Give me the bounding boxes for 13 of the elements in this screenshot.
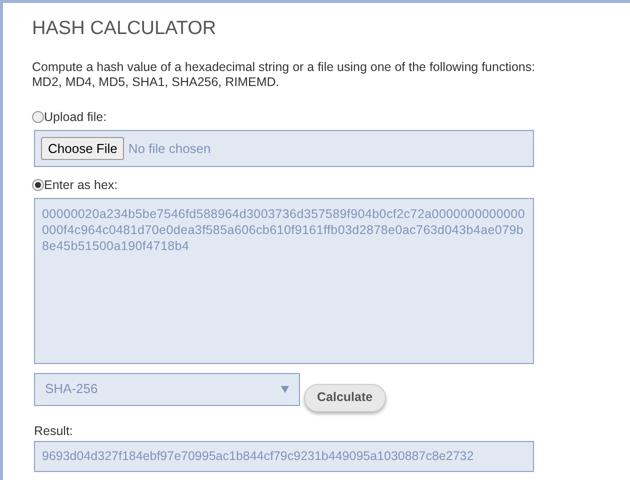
- choose-file-button[interactable]: Choose File: [41, 136, 124, 160]
- radio-label: Enter as hex:: [44, 176, 118, 194]
- radio-label: Upload file:: [44, 109, 107, 126]
- calculate-button[interactable]: Calculate: [304, 384, 386, 412]
- file-status-text: No file chosen: [128, 140, 211, 158]
- hex-input-text: 00000020a234b5be7546fd588964d3003736d357589f904b0cf2c72a0000000000000000f4c964c0481d70e0dea3f585a606cb610f9161ffb03d2878e0ac763d043b4ae079b8e45b51500a190f4718b4: [42, 206, 526, 254]
- page-title: HASH CALCULATOR: [32, 17, 218, 41]
- description-text: Compute a hash value of a hexadecimal string or a file using one of the following functions: MD2, MD4, MD5, SHA1, SHA256, RIMEMD.: [32, 60, 536, 90]
- radio-button[interactable]: [32, 111, 44, 124]
- result-label: Result:: [34, 422, 74, 440]
- radio-button[interactable]: [32, 179, 44, 192]
- file-field[interactable]: Choose File No file chosen: [34, 130, 534, 167]
- dropdown-caret-icon: [281, 386, 289, 392]
